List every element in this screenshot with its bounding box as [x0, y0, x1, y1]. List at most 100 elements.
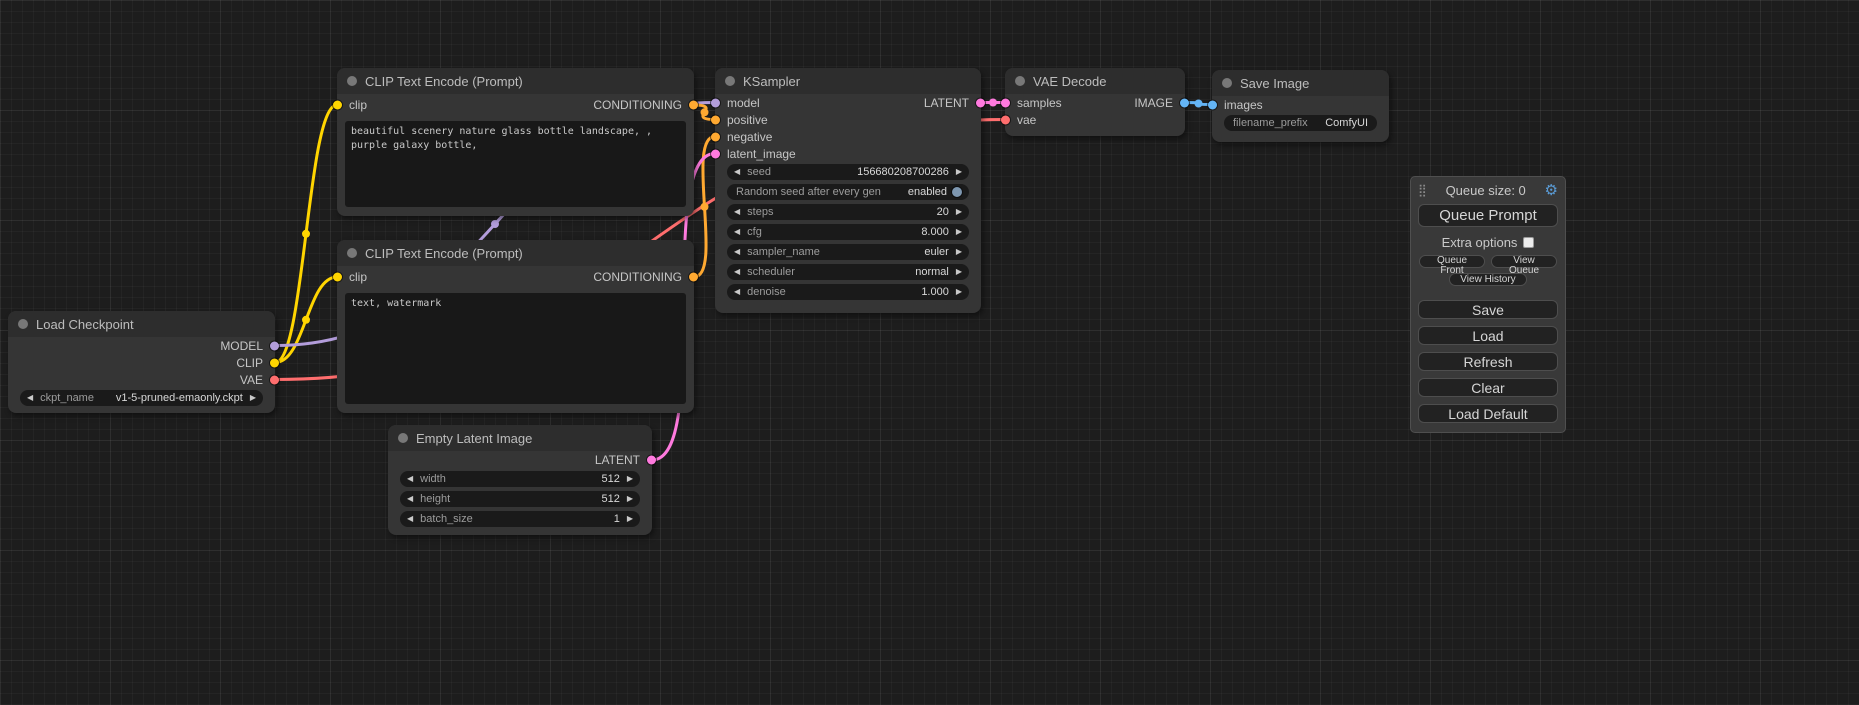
output-slot-vae: VAE	[8, 371, 275, 388]
decrement-arrow-icon[interactable]: ◀	[407, 475, 413, 483]
node-titlebar[interactable]: VAE Decode	[1005, 68, 1185, 94]
decrement-arrow-icon[interactable]: ◀	[734, 228, 740, 236]
node-graph-canvas[interactable]: Load Checkpoint MODEL CLIP VAE ◀ ckpt_na…	[0, 0, 1859, 705]
increment-arrow-icon[interactable]: ▶	[956, 248, 962, 256]
slot-label: CONDITIONING	[593, 98, 682, 112]
load-default-button[interactable]: Load Default	[1418, 404, 1558, 423]
increment-arrow-icon[interactable]: ▶	[956, 168, 962, 176]
port-latent-output[interactable]	[976, 98, 985, 107]
slot-label: LATENT	[924, 96, 969, 110]
output-slot-model: MODEL	[8, 337, 275, 354]
drag-handle-icon[interactable]: ⣿	[1418, 183, 1427, 197]
wire-midpoint-dot	[302, 230, 310, 238]
decrement-arrow-icon[interactable]: ◀	[407, 515, 413, 523]
view-queue-button[interactable]: View Queue	[1491, 255, 1557, 268]
collapse-dot-icon[interactable]	[347, 248, 357, 258]
widget-scheduler[interactable]: ◀ scheduler normal ▶	[727, 264, 969, 280]
port-images-input[interactable]	[1208, 100, 1217, 109]
decrement-arrow-icon[interactable]: ◀	[734, 248, 740, 256]
queue-prompt-button[interactable]: Queue Prompt	[1418, 204, 1558, 227]
widget-height[interactable]: ◀ height 512 ▶	[400, 491, 640, 507]
node-vae-decode[interactable]: VAE Decode samples IMAGE vae	[1005, 68, 1185, 136]
increment-arrow-icon[interactable]: ▶	[956, 288, 962, 296]
collapse-dot-icon[interactable]	[1222, 78, 1232, 88]
node-titlebar[interactable]: Load Checkpoint	[8, 311, 275, 337]
increment-arrow-icon[interactable]: ▶	[627, 475, 633, 483]
port-negative-input[interactable]	[711, 132, 720, 141]
collapse-dot-icon[interactable]	[1015, 76, 1025, 86]
port-latent-output[interactable]	[647, 456, 656, 465]
port-conditioning-output[interactable]	[689, 273, 698, 282]
input-slot-negative: negative	[715, 128, 981, 145]
port-vae-output[interactable]	[270, 375, 279, 384]
collapse-dot-icon[interactable]	[18, 319, 28, 329]
node-clip-text-encode-negative[interactable]: CLIP Text Encode (Prompt) clip CONDITION…	[337, 240, 694, 413]
widget-batch-size[interactable]: ◀ batch_size 1 ▶	[400, 511, 640, 527]
increment-arrow-icon[interactable]: ▶	[627, 515, 633, 523]
node-save-image[interactable]: Save Image images filename_prefix ComfyU…	[1212, 70, 1389, 142]
port-conditioning-output[interactable]	[689, 101, 698, 110]
collapse-dot-icon[interactable]	[725, 76, 735, 86]
widget-random-seed-toggle[interactable]: Random seed after every gen enabled	[727, 184, 969, 200]
node-titlebar[interactable]: KSampler	[715, 68, 981, 94]
decrement-arrow-icon[interactable]: ◀	[734, 288, 740, 296]
widget-value: normal	[915, 266, 949, 278]
refresh-button[interactable]: Refresh	[1418, 352, 1558, 371]
decrement-arrow-icon[interactable]: ◀	[27, 394, 33, 402]
increment-arrow-icon[interactable]: ▶	[627, 495, 633, 503]
widget-label: cfg	[747, 226, 762, 238]
node-titlebar[interactable]: CLIP Text Encode (Prompt)	[337, 240, 694, 266]
widget-value: 156680208700286	[857, 166, 949, 178]
collapse-dot-icon[interactable]	[398, 433, 408, 443]
port-samples-input[interactable]	[1001, 98, 1010, 107]
port-clip-input[interactable]	[333, 273, 342, 282]
collapse-dot-icon[interactable]	[347, 76, 357, 86]
node-ksampler[interactable]: KSampler model LATENT positive negative …	[715, 68, 981, 313]
slot-row: model LATENT	[715, 94, 981, 111]
port-model-input[interactable]	[711, 98, 720, 107]
save-button[interactable]: Save	[1418, 300, 1558, 319]
node-clip-text-encode-positive[interactable]: CLIP Text Encode (Prompt) clip CONDITION…	[337, 68, 694, 216]
settings-gear-icon[interactable]: ⚙	[1545, 181, 1558, 199]
prompt-text-input[interactable]: beautiful scenery nature glass bottle la…	[345, 121, 686, 207]
node-titlebar[interactable]: Empty Latent Image	[388, 425, 652, 451]
decrement-arrow-icon[interactable]: ◀	[734, 268, 740, 276]
widget-seed[interactable]: ◀ seed 156680208700286 ▶	[727, 164, 969, 180]
node-titlebar[interactable]: CLIP Text Encode (Prompt)	[337, 68, 694, 94]
widget-cfg[interactable]: ◀ cfg 8.000 ▶	[727, 224, 969, 240]
port-positive-input[interactable]	[711, 115, 720, 124]
widget-value: 8.000	[921, 226, 949, 238]
widget-steps[interactable]: ◀ steps 20 ▶	[727, 204, 969, 220]
port-vae-input[interactable]	[1001, 115, 1010, 124]
port-clip-input[interactable]	[333, 101, 342, 110]
widget-filename-prefix[interactable]: filename_prefix ComfyUI	[1224, 115, 1377, 131]
port-latent-image-input[interactable]	[711, 149, 720, 158]
increment-arrow-icon[interactable]: ▶	[250, 394, 256, 402]
node-titlebar[interactable]: Save Image	[1212, 70, 1389, 96]
extra-options-checkbox[interactable]	[1523, 237, 1534, 248]
widget-value: 512	[601, 493, 619, 505]
load-button[interactable]: Load	[1418, 326, 1558, 345]
toggle-knob[interactable]	[952, 187, 962, 197]
view-history-button[interactable]: View History	[1449, 273, 1527, 286]
widget-denoise[interactable]: ◀ denoise 1.000 ▶	[727, 284, 969, 300]
decrement-arrow-icon[interactable]: ◀	[734, 168, 740, 176]
port-model-output[interactable]	[270, 341, 279, 350]
widget-width[interactable]: ◀ width 512 ▶	[400, 471, 640, 487]
decrement-arrow-icon[interactable]: ◀	[734, 208, 740, 216]
port-image-output[interactable]	[1180, 98, 1189, 107]
widget-sampler-name[interactable]: ◀ sampler_name euler ▶	[727, 244, 969, 260]
prompt-text-input[interactable]: text, watermark	[345, 293, 686, 404]
decrement-arrow-icon[interactable]: ◀	[407, 495, 413, 503]
clear-button[interactable]: Clear	[1418, 378, 1558, 397]
node-empty-latent-image[interactable]: Empty Latent Image LATENT ◀ width 512 ▶ …	[388, 425, 652, 535]
node-load-checkpoint[interactable]: Load Checkpoint MODEL CLIP VAE ◀ ckpt_na…	[8, 311, 275, 413]
port-clip-output[interactable]	[270, 358, 279, 367]
increment-arrow-icon[interactable]: ▶	[956, 228, 962, 236]
increment-arrow-icon[interactable]: ▶	[956, 208, 962, 216]
queue-panel-header: ⣿ Queue size: 0 ⚙	[1411, 177, 1565, 200]
increment-arrow-icon[interactable]: ▶	[956, 268, 962, 276]
widget-ckpt-name[interactable]: ◀ ckpt_name v1-5-pruned-emaonly.ckpt ▶	[20, 390, 263, 406]
queue-front-button[interactable]: Queue Front	[1419, 255, 1485, 268]
queue-panel[interactable]: ⣿ Queue size: 0 ⚙ Queue Prompt Extra opt…	[1410, 176, 1566, 433]
